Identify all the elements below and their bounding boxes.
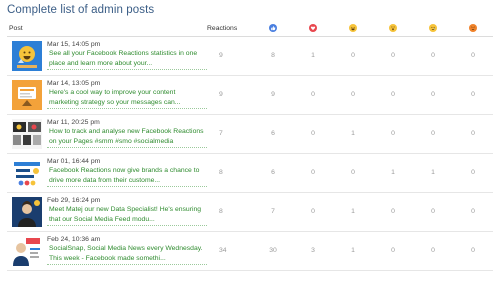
reactions-total-cell: 9 [207,36,253,76]
wow-count-cell: 0 [373,192,413,232]
post-cell: Feb 24, 10:36 am SocialSnap, Social Medi… [7,231,207,271]
reactions-total-cell: 9 [207,75,253,115]
sad-count-cell: 0 [413,75,453,115]
love-count-cell: 0 [293,192,333,232]
post-cell: Mar 14, 13:05 pm Here's a cool way to im… [7,75,207,115]
angry-count-cell: 0 [453,153,493,193]
love-count-cell: 0 [293,114,333,154]
table-row[interactable]: Mar 14, 13:05 pm Here's a cool way to im… [7,75,493,115]
haha-count-cell: 1 [333,231,373,271]
table-row[interactable]: Mar 15, 14:05 pm See all your Facebook R… [7,36,493,76]
reactions-total-cell: 8 [207,192,253,232]
like-column-header[interactable] [253,21,293,37]
post-link[interactable]: See all your Facebook Reactions statisti… [47,49,207,70]
post-date: Mar 15, 14:05 pm [47,41,101,48]
post-link[interactable]: Meet Matej our new Data Specialist! He's… [47,205,207,226]
sad-count-cell: 0 [413,114,453,154]
wow-column-header[interactable] [373,21,413,37]
like-count-cell: 9 [253,75,293,115]
post-date: Feb 24, 10:36 am [47,236,101,243]
wow-icon [389,24,397,33]
post-column-header[interactable]: Post [7,21,207,37]
admin-posts-page: Complete list of admin posts Post Reacti… [0,0,500,281]
haha-count-cell: 1 [333,114,373,154]
haha-count-cell: 1 [333,192,373,232]
sad-count-cell: 1 [413,153,453,193]
post-cell: Mar 15, 14:05 pm See all your Facebook R… [7,36,207,76]
post-date: Feb 29, 16:24 pm [47,197,101,204]
post-cell: Mar 01, 16:44 pm Facebook Reactions now … [7,153,207,193]
angry-count-cell: 0 [453,192,493,232]
sad-icon [429,24,437,33]
love-count-cell: 3 [293,231,333,271]
post-date: Mar 11, 20:25 pm [47,119,100,126]
content-strategy-thumbnail[interactable] [12,80,42,110]
reactions-total-cell: 7 [207,114,253,154]
wow-count-cell: 0 [373,231,413,271]
angry-count-cell: 0 [453,231,493,271]
page-title: Complete list of admin posts [7,4,155,16]
angry-icon [469,24,477,33]
sad-count-cell: 0 [413,36,453,76]
sad-column-header[interactable] [413,21,453,37]
like-count-cell: 6 [253,114,293,154]
love-count-cell: 0 [293,153,333,193]
like-count-cell: 7 [253,192,293,232]
love-count-cell: 1 [293,36,333,76]
data-specialist-thumbnail[interactable] [12,197,42,227]
post-link[interactable]: Facebook Reactions now give brands a cha… [47,166,207,187]
table-row[interactable]: Feb 24, 10:36 am SocialSnap, Social Medi… [7,231,493,271]
wow-count-cell: 0 [373,75,413,115]
like-count-cell: 8 [253,36,293,76]
wow-count-cell: 0 [373,36,413,76]
post-cell: Feb 29, 16:24 pm Meet Matej our new Data… [7,192,207,232]
haha-count-cell: 0 [333,75,373,115]
love-column-header[interactable] [293,21,333,37]
table-row[interactable]: Mar 01, 16:44 pm Facebook Reactions now … [7,153,493,193]
post-cell: Mar 11, 20:25 pm How to track and analys… [7,114,207,154]
like-icon [269,24,277,33]
socialsnap-thumbnail[interactable] [12,236,42,266]
love-count-cell: 0 [293,75,333,115]
angry-count-cell: 0 [453,75,493,115]
posts-table: Post Reactions Mar 15, 14:05 pm See all … [7,21,493,271]
haha-column-header[interactable] [333,21,373,37]
love-icon [309,24,317,33]
track-reactions-thumbnail[interactable] [12,119,42,149]
angry-count-cell: 0 [453,114,493,154]
table-header-row: Post Reactions [7,21,493,37]
haha-count-cell: 0 [333,153,373,193]
haha-count-cell: 0 [333,36,373,76]
post-link[interactable]: How to track and analyse new Facebook Re… [47,127,207,148]
post-link[interactable]: SocialSnap, Social Media News every Wedn… [47,244,207,265]
table-row[interactable]: Mar 11, 20:25 pm How to track and analys… [7,114,493,154]
post-link[interactable]: Here's a cool way to improve your conten… [47,88,207,109]
sad-count-cell: 0 [413,192,453,232]
like-count-cell: 6 [253,153,293,193]
post-date: Mar 01, 16:44 pm [47,158,101,165]
wow-count-cell: 0 [373,114,413,154]
like-count-cell: 30 [253,231,293,271]
ask-reactions-thumbnail[interactable] [12,158,42,188]
reactions-total-cell: 8 [207,153,253,193]
sad-count-cell: 0 [413,231,453,271]
reactions-stats-thumbnail[interactable] [12,41,42,71]
angry-count-cell: 0 [453,36,493,76]
reactions-total-cell: 34 [207,231,253,271]
angry-column-header[interactable] [453,21,493,37]
haha-icon [349,24,357,33]
reactions-column-header[interactable]: Reactions [207,21,253,37]
post-date: Mar 14, 13:05 pm [47,80,101,87]
table-row[interactable]: Feb 29, 16:24 pm Meet Matej our new Data… [7,192,493,232]
wow-count-cell: 1 [373,153,413,193]
